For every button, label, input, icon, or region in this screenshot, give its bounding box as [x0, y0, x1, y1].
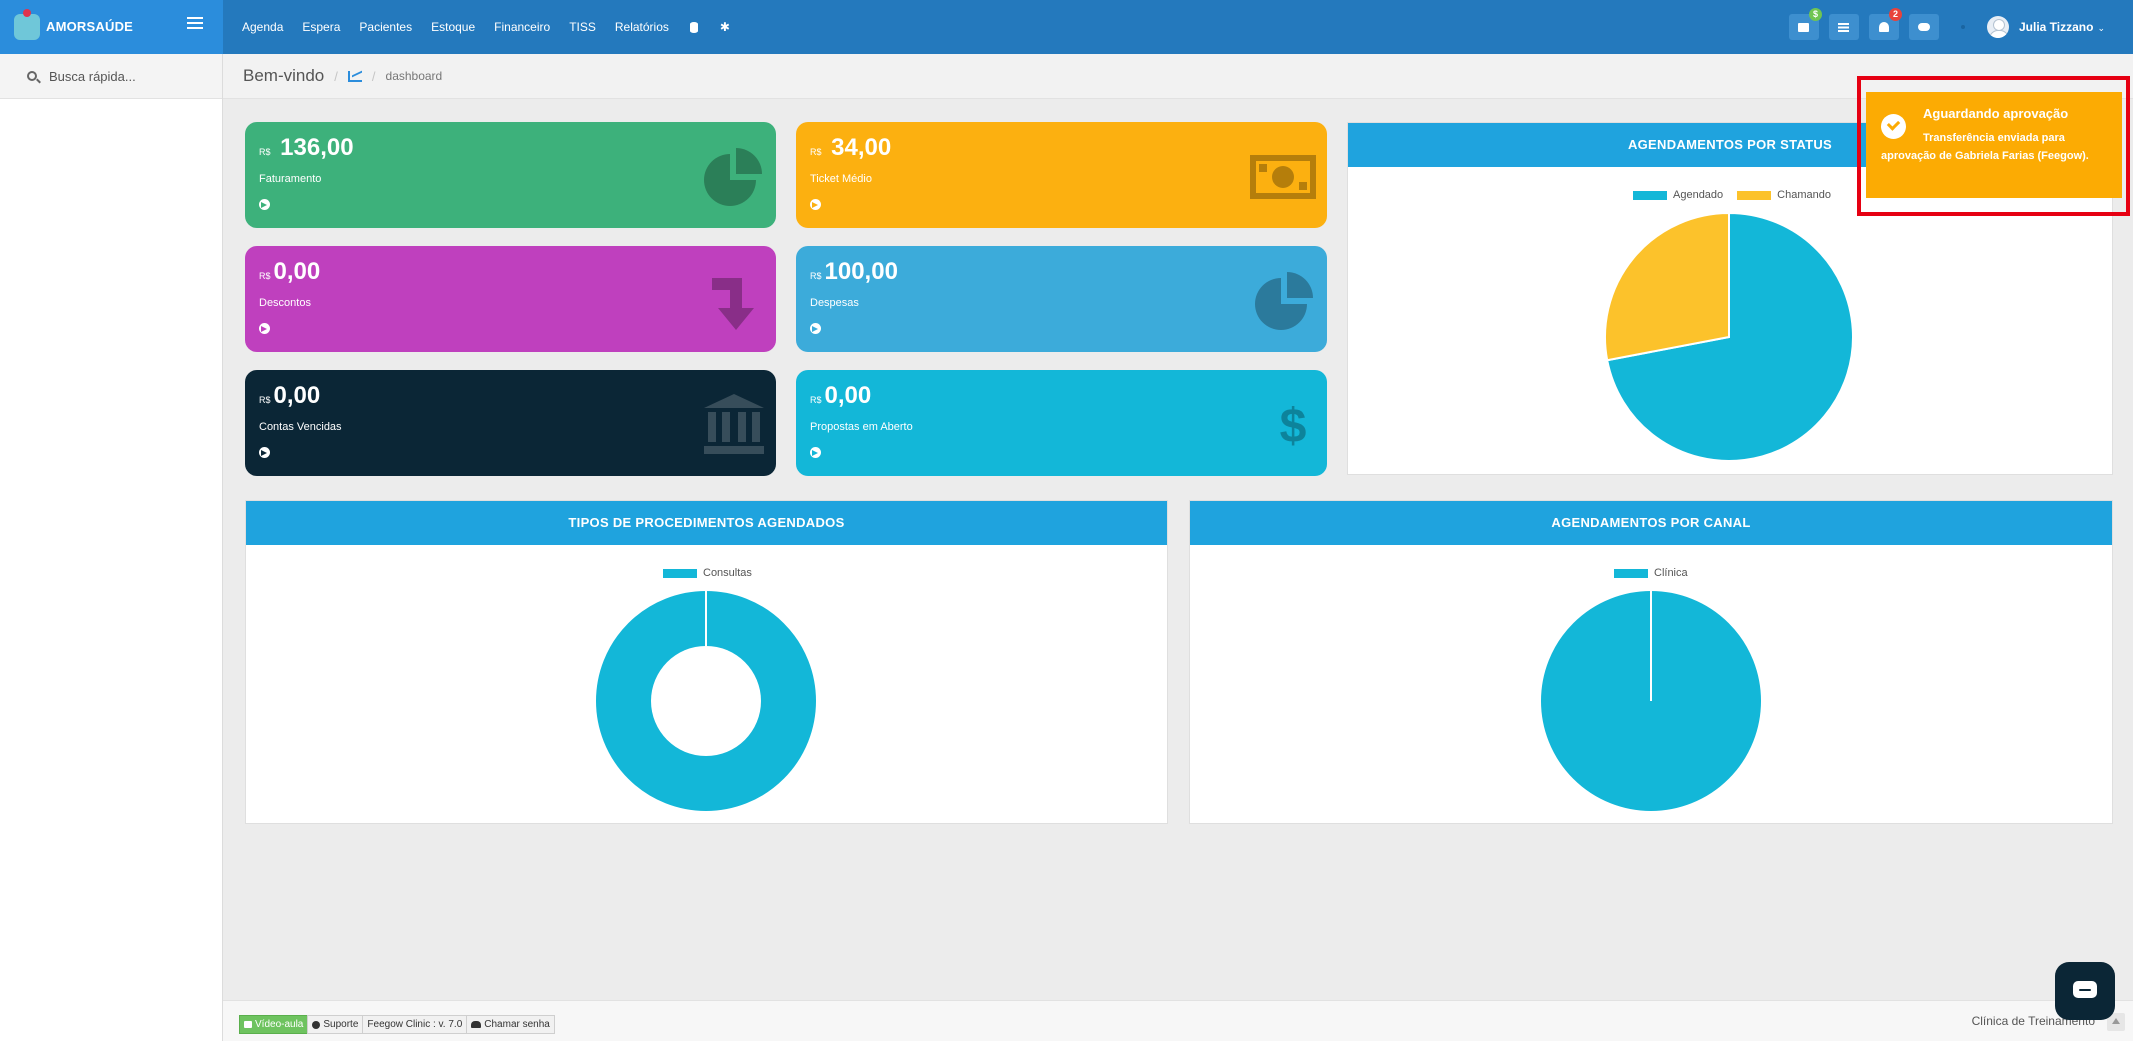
bell-icon: [1878, 22, 1889, 32]
tile-amount: R$ 34,00: [810, 134, 892, 161]
nav-estoque[interactable]: Estoque: [431, 20, 475, 34]
panel-title: AGENDAMENTOS POR CANAL: [1190, 501, 2112, 545]
footer-buttons: Vídeo-aula Suporte Feegow Clinic : v. 7.…: [239, 1015, 555, 1034]
brand-name: AMORSAÚDE: [46, 19, 134, 34]
list-icon: [1838, 22, 1850, 32]
tile-propostas-em-aberto[interactable]: R$ 0,00 Propostas em Aberto $: [796, 370, 1327, 476]
svg-text:$: $: [1280, 399, 1307, 453]
tile-label: Descontos: [259, 297, 311, 309]
pie-chart-icon: [1255, 272, 1313, 330]
inbox-icon: [1798, 22, 1810, 32]
money-icon: [1250, 155, 1316, 199]
video-aula-button[interactable]: Vídeo-aula: [239, 1015, 309, 1034]
tile-contas-vencidas[interactable]: R$ 0,00 Contas Vencidas: [245, 370, 776, 476]
arrow-circle-right-icon[interactable]: [810, 447, 821, 458]
list-button[interactable]: [1828, 14, 1859, 40]
doughnut-hole: [651, 646, 761, 756]
chamar-senha-button[interactable]: Chamar senha: [466, 1015, 555, 1034]
tile-descontos[interactable]: R$ 0,00 Descontos: [245, 246, 776, 352]
tile-label: Propostas em Aberto: [810, 421, 913, 433]
tile-amount: R$ 136,00: [259, 134, 354, 161]
menu-toggle-icon[interactable]: [187, 17, 203, 31]
panel-tipos-procedimentos: TIPOS DE PROCEDIMENTOS AGENDADOS Consult…: [245, 500, 1168, 824]
pie-slice-2[interactable]: [1604, 211, 1730, 362]
users-icon: [471, 1021, 482, 1028]
toast-title: Aguardando aprovação: [1923, 106, 2069, 121]
panel-title: TIPOS DE PROCEDIMENTOS AGENDADOS: [246, 501, 1167, 545]
version-label: Feegow Clinic : v. 7.0: [362, 1015, 468, 1034]
video-icon: [244, 1021, 252, 1028]
top-navbar: AMORSAÚDE Agenda Espera Pacientes Estoqu…: [0, 0, 2133, 54]
footer: Vídeo-aula Suporte Feegow Clinic : v. 7.…: [223, 1000, 2133, 1041]
breadcrumb-current: dashboard: [385, 69, 443, 83]
arrow-circle-right-icon[interactable]: [259, 199, 270, 210]
suporte-button[interactable]: Suporte: [307, 1015, 364, 1034]
notifications-button[interactable]: 2: [1868, 8, 1902, 40]
toast-message: Transferência enviada para aprovação de …: [1881, 132, 2089, 162]
check-circle-icon: [1881, 114, 1906, 139]
toast-notification[interactable]: Aguardando aprovação Transferência envia…: [1866, 92, 2122, 198]
chevron-down-icon: ⌄: [2097, 23, 2105, 33]
nav-espera[interactable]: Espera: [302, 20, 340, 34]
sidebar: [0, 54, 223, 1041]
quick-search: [0, 54, 222, 99]
nav-financeiro[interactable]: Financeiro: [494, 20, 550, 34]
user-menu[interactable]: Julia Tizzano ⌄: [2019, 20, 2105, 34]
nav-relatorios[interactable]: Relatórios: [615, 20, 669, 34]
inbox-badge: $: [1808, 8, 1822, 21]
tile-amount: R$ 0,00: [259, 258, 321, 285]
tile-faturamento[interactable]: R$ 136,00 Faturamento: [245, 122, 776, 228]
tile-amount: R$ 100,00: [810, 258, 898, 285]
nav-tiss[interactable]: TISS: [569, 20, 596, 34]
main-nav: Agenda Espera Pacientes Estoque Financei…: [242, 0, 750, 54]
chat-widget-icon[interactable]: [2055, 962, 2115, 1020]
bank-icon: [704, 394, 764, 454]
status-dot-icon: [1960, 25, 1965, 29]
nav-pacientes[interactable]: Pacientes: [359, 20, 412, 34]
tile-label: Despesas: [810, 297, 859, 309]
arrow-circle-right-icon[interactable]: [810, 323, 821, 334]
tipos-doughnut-chart: [594, 589, 818, 813]
user-name: Julia Tizzano: [2018, 20, 2094, 34]
page-title: Bem-vindo: [243, 66, 325, 85]
brand[interactable]: AMORSAÚDE: [0, 0, 223, 54]
database-icon[interactable]: [688, 20, 700, 34]
breadcrumb-separator: /: [371, 68, 376, 84]
chat-icon: [1917, 23, 1930, 31]
chat-button[interactable]: [1908, 14, 1939, 40]
inbox-button[interactable]: $: [1788, 8, 1822, 40]
tile-label: Ticket Médio: [810, 173, 872, 185]
tile-amount: R$ 0,00: [810, 382, 872, 409]
dollar-icon: $: [1280, 399, 1307, 453]
arrow-circle-right-icon[interactable]: [810, 199, 821, 210]
panel-agendamentos-canal: AGENDAMENTOS POR CANAL Clínica: [1189, 500, 2113, 824]
arrow-circle-right-icon[interactable]: [259, 447, 270, 458]
pie-chart-icon: [704, 148, 762, 206]
tile-label: Faturamento: [259, 173, 322, 185]
notifications-badge: 2: [1888, 8, 1902, 21]
line-chart-icon[interactable]: [347, 70, 362, 82]
breadcrumb: Bem-vindo / / dashboard: [223, 54, 2133, 99]
topbar-actions: $ 2 Julia Tizzano ⌄: [1788, 0, 2133, 54]
tile-label: Contas Vencidas: [259, 421, 342, 433]
arrow-down-icon: [712, 278, 754, 330]
gear-icon[interactable]: ✱: [719, 20, 731, 34]
search-input[interactable]: [49, 68, 209, 84]
canal-pie-chart: [1539, 589, 1763, 813]
question-circle-icon: [312, 1020, 321, 1029]
brand-name-text: AMORSAÚDE: [46, 19, 134, 34]
arrow-circle-right-icon[interactable]: [259, 323, 270, 334]
breadcrumb-separator: /: [334, 68, 338, 84]
nav-agenda[interactable]: Agenda: [242, 20, 283, 34]
brand-logo-icon: [14, 9, 40, 40]
tile-amount: R$ 0,00: [259, 382, 321, 409]
tile-ticket-medio[interactable]: R$ 34,00 Ticket Médio: [796, 122, 1327, 228]
search-icon: [27, 71, 37, 81]
avatar[interactable]: [1986, 16, 2009, 38]
tile-despesas[interactable]: R$ 100,00 Despesas: [796, 246, 1327, 352]
